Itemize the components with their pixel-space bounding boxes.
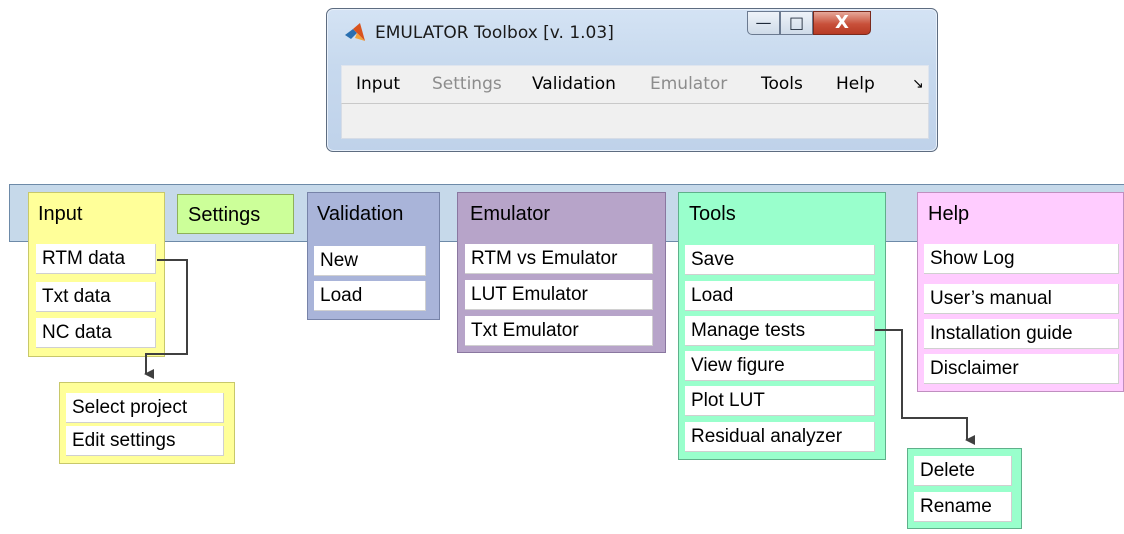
connector-arrows <box>144 259 975 445</box>
arrow-rtm-to-submenu <box>144 259 188 379</box>
arrow-manage-tests-to-submenu <box>875 329 975 445</box>
